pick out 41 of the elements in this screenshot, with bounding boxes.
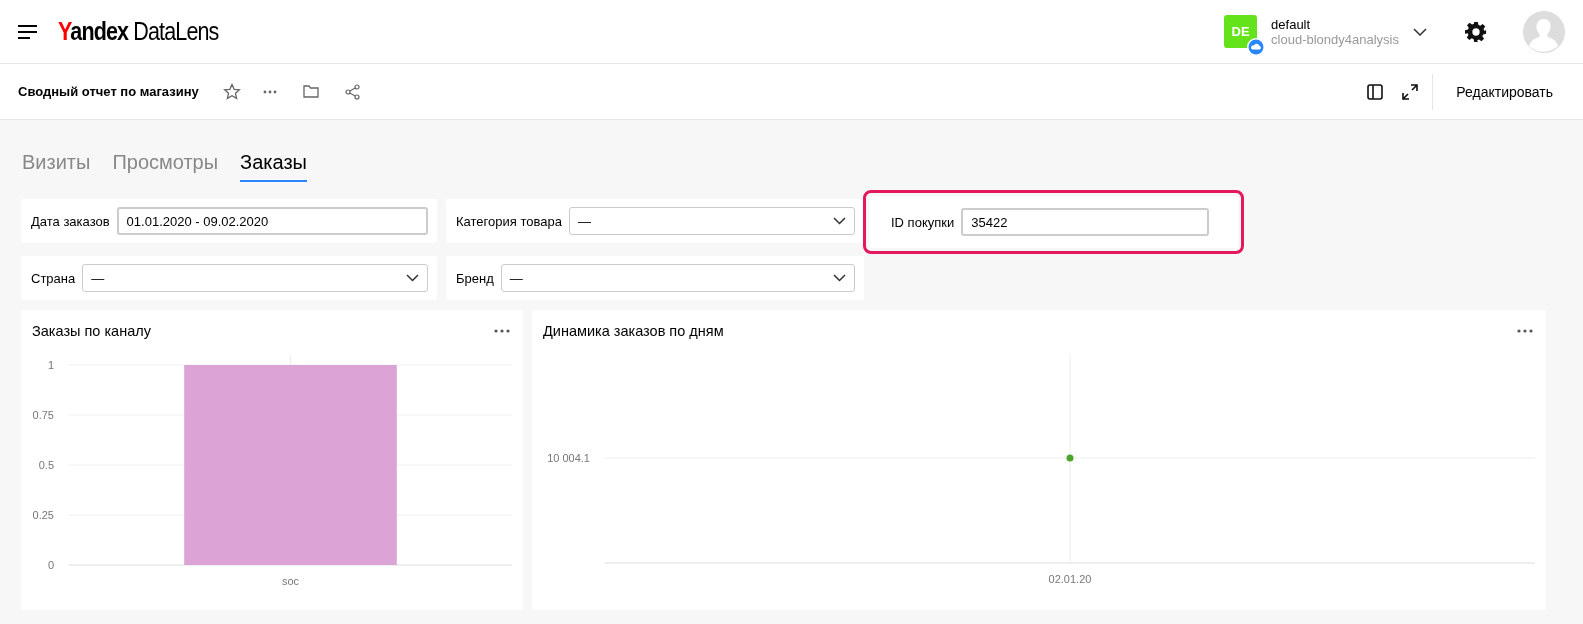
select-field[interactable]: — (82, 264, 428, 292)
more-icon[interactable] (1517, 329, 1533, 333)
chart-title: Заказы по каналу (32, 323, 151, 339)
data-point (1066, 454, 1074, 462)
filter-label: Категория товара (456, 213, 562, 229)
edit-button[interactable]: Редактировать (1456, 75, 1553, 108)
input-field[interactable]: 35422 (961, 208, 1209, 236)
filter-label: Страна (31, 270, 76, 286)
chart-title: Динамика заказов по дням (543, 323, 724, 339)
filter-label: Дата заказов (31, 213, 110, 229)
folder-icon[interactable] (302, 85, 319, 98)
filter-label: ID покупки (891, 214, 955, 230)
axis-label: 0.25 (32, 509, 54, 521)
axis-label: soc (281, 575, 300, 587)
chevron-down-icon (833, 217, 846, 225)
axis-label: 0.5 (38, 459, 54, 471)
settings-icon[interactable] (1465, 20, 1487, 43)
cloud-icon (1247, 38, 1266, 56)
chevron-down-icon (833, 274, 846, 282)
star-icon[interactable] (222, 82, 241, 101)
axis-label: 10 004.1 (547, 452, 590, 464)
select-field[interactable]: — (500, 264, 855, 292)
axis-label: 0.75 (32, 409, 54, 421)
dashboard-title: Сводный отчет по магазину (18, 84, 199, 99)
axis-label: 0 (47, 559, 54, 571)
chevron-down-icon (1413, 27, 1427, 36)
chevron-down-icon (406, 274, 419, 282)
menu-icon[interactable] (18, 24, 38, 39)
more-icon[interactable] (262, 89, 277, 94)
more-icon[interactable] (494, 329, 510, 333)
panel-icon[interactable] (1367, 83, 1384, 100)
axis-label: 02.01.20 (1048, 573, 1092, 585)
logo: Yandex DataLens (58, 17, 219, 46)
share-icon[interactable] (344, 83, 360, 100)
fullscreen-icon[interactable] (1402, 83, 1419, 100)
account-switcher[interactable]: DE default cloud-blondy4analysis (1224, 15, 1427, 48)
select-field[interactable]: — (568, 207, 855, 235)
filter-label: Бренд (456, 270, 494, 286)
tab[interactable]: Заказы (240, 151, 307, 182)
date-range-field[interactable]: 01.01.2020 - 09.02.2020 (116, 207, 428, 235)
axis-label: 1 (47, 359, 54, 371)
